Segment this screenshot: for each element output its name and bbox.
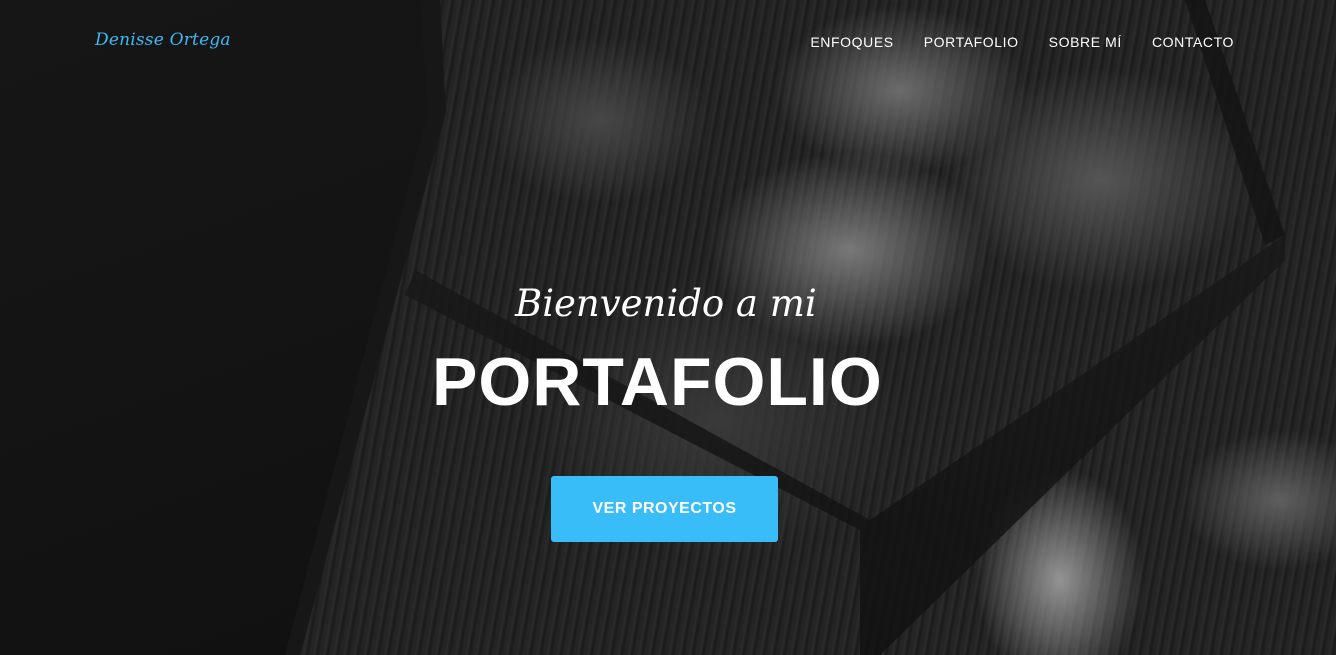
hero-subtitle: Bienvenido a mi [515, 282, 817, 325]
nav-link-portafolio[interactable]: PORTAFOLIO [924, 34, 1019, 50]
nav-link-contacto[interactable]: CONTACTO [1152, 34, 1234, 50]
view-projects-button[interactable]: VER PROYECTOS [551, 476, 778, 542]
nav-item-sobre-mi: SOBRE MÍ [1049, 34, 1122, 52]
brand-logo[interactable]: Denisse Ortega [95, 30, 231, 50]
nav-item-contacto: CONTACTO [1152, 34, 1234, 52]
hero-title: PORTAFOLIO [432, 344, 883, 420]
navbar: Denisse Ortega ENFOQUES PORTAFOLIO SOBRE… [0, 0, 1336, 88]
nav-link-sobre-mi[interactable]: SOBRE MÍ [1049, 34, 1122, 50]
background-overlay [0, 0, 1336, 655]
hero-section: Denisse Ortega ENFOQUES PORTAFOLIO SOBRE… [0, 0, 1336, 655]
nav-item-enfoques: ENFOQUES [810, 34, 893, 52]
nav-link-enfoques[interactable]: ENFOQUES [810, 34, 893, 50]
nav-item-portafolio: PORTAFOLIO [924, 34, 1019, 52]
nav-links: ENFOQUES PORTAFOLIO SOBRE MÍ CONTACTO [810, 34, 1234, 52]
